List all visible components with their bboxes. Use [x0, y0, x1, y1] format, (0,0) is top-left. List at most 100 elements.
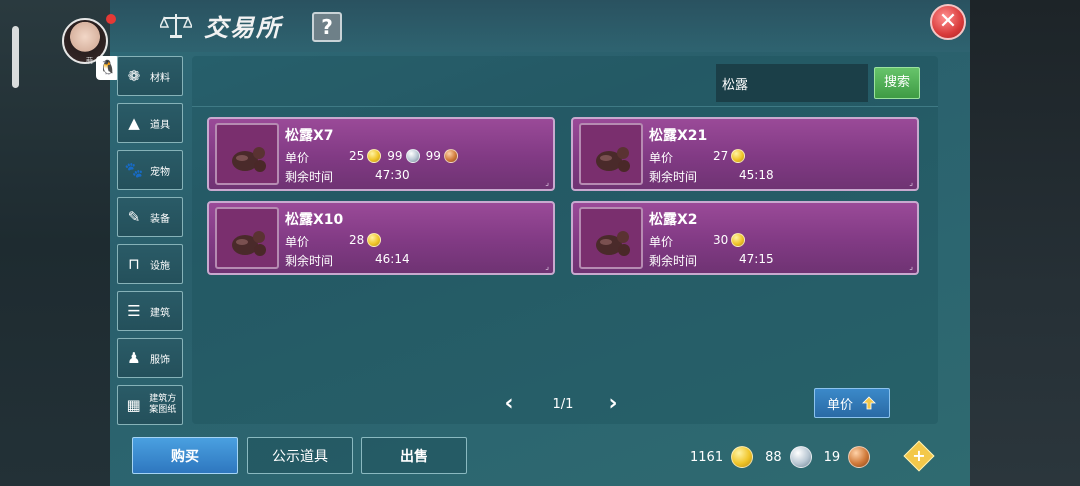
props-icon: ▲ [128, 114, 140, 132]
truffle-icon [232, 147, 266, 172]
help-button[interactable]: ? [312, 12, 342, 42]
sidebar-item-props[interactable]: ▲ 道具 [117, 103, 183, 143]
gold-balance: 1161 [690, 449, 724, 465]
remaining-time: 46:14 [375, 252, 410, 266]
listing-card[interactable]: 松露X10 单价 28 剩余时间 46:14 ⌟ [207, 201, 555, 275]
remaining-time-label: 剩余时间 [285, 254, 334, 268]
plus-icon: + [912, 446, 926, 465]
page-title: 交易所 [204, 12, 282, 42]
search-button[interactable]: 搜索 [874, 67, 920, 99]
unit-price-label: 单价 [649, 235, 674, 249]
sidebar-item-label: 设施 [150, 260, 170, 272]
materials-icon: ❁ [127, 67, 141, 85]
corner-mark-icon: ⌟ [909, 262, 913, 271]
gold-coin-icon [367, 149, 382, 163]
item-thumbnail [579, 207, 643, 269]
item-thumbnail [215, 123, 279, 185]
sort-label: 单价 [826, 397, 853, 413]
avatar-name: 萌 [86, 57, 93, 65]
corner-mark-icon: ⌟ [909, 178, 913, 187]
sidebar-item-label: 建筑 [150, 307, 170, 319]
sidebar-item-label: 装备 [150, 213, 170, 225]
listing-title: 松露X7 [285, 128, 334, 144]
sidebar-item-label: 宠物 [150, 166, 170, 178]
gold-amount: 27 [713, 149, 729, 163]
truffle-icon [232, 231, 266, 256]
unit-price: 28 [349, 233, 387, 247]
remaining-time-label: 剩余时间 [649, 254, 698, 268]
unit-price: 27 [713, 149, 751, 163]
gold-coin-icon [367, 233, 382, 247]
listing-card[interactable]: 松露X2 单价 30 剩余时间 47:15 ⌟ [571, 201, 919, 275]
listing-title: 松露X21 [649, 128, 708, 144]
add-currency-button[interactable]: + [903, 440, 935, 472]
sidebar-item-label: 建筑方案图纸 [149, 394, 177, 415]
paw-icon: 🐾 [124, 161, 144, 179]
buy-button[interactable]: 购买 [132, 437, 238, 474]
sidebar-item-label: 服饰 [150, 354, 170, 366]
copper-coin-icon [443, 149, 458, 163]
unit-price: 25 99 99 [349, 149, 464, 163]
sort-by-unit-price-button[interactable]: 单价 [814, 388, 890, 418]
facility-icon: ⊓ [128, 255, 140, 273]
sidebar-item-label: 材料 [150, 72, 170, 84]
gold-coin-icon [731, 446, 754, 468]
category-sidebar: ❁ 材料 ▲ 道具 🐾 宠物 ✎ 装备 ⊓ 设施 ☰ 建筑 ♟ 服饰 ▦ 建筑方… [117, 56, 185, 432]
sell-button[interactable]: 出售 [361, 437, 467, 474]
unit-price-label: 单价 [285, 151, 310, 165]
bottom-action-bar: 购买 公示道具 出售 1161 88 19 + [110, 428, 970, 486]
gold-amount: 25 [349, 149, 365, 163]
remaining-time: 45:18 [739, 168, 774, 182]
item-thumbnail [215, 207, 279, 269]
close-button[interactable]: ✕ [930, 4, 966, 40]
silver-coin-icon [789, 446, 812, 468]
sidebar-item-materials[interactable]: ❁ 材料 [117, 56, 183, 96]
notification-dot [106, 14, 116, 24]
search-row: 搜索 [192, 60, 938, 104]
silver-balance: 88 [765, 449, 782, 465]
remaining-time: 47:30 [375, 168, 410, 182]
sidebar-item-building[interactable]: ☰ 建筑 [117, 291, 183, 331]
unit-price-label: 单价 [285, 235, 310, 249]
right-background [968, 0, 1080, 486]
sidebar-item-label: 道具 [150, 119, 170, 131]
listing-card[interactable]: 松露X7 单价 25 99 99 剩余时间 47:30 ⌟ [207, 117, 555, 191]
building-icon: ☰ [127, 302, 141, 320]
listing-card[interactable]: 松露X21 单价 27 剩余时间 45:18 ⌟ [571, 117, 919, 191]
blueprint-icon: ▦ [126, 396, 141, 414]
sidebar-item-blueprint[interactable]: ▦ 建筑方案图纸 [117, 385, 183, 425]
listing-title: 松露X2 [649, 212, 698, 228]
chevron-left-icon[interactable]: ‹ [500, 392, 518, 418]
corner-mark-icon: ⌟ [545, 262, 549, 271]
gold-amount: 28 [349, 233, 365, 247]
sidebar-item-facility[interactable]: ⊓ 设施 [117, 244, 183, 284]
clothing-icon: ♟ [127, 349, 141, 367]
sidebar-item-clothing[interactable]: ♟ 服饰 [117, 338, 183, 378]
remaining-time-label: 剩余时间 [649, 170, 698, 184]
silver-amount: 99 [387, 149, 403, 163]
sort-arrow-icon [862, 396, 876, 410]
item-thumbnail [579, 123, 643, 185]
listing-title: 松露X10 [285, 212, 344, 228]
balance-scale-icon [160, 14, 192, 38]
sidebar-item-pets[interactable]: 🐾 宠物 [117, 150, 183, 190]
public-items-button[interactable]: 公示道具 [247, 437, 353, 474]
corner-mark-icon: ⌟ [545, 178, 549, 187]
truffle-icon [596, 147, 630, 172]
gold-coin-icon [731, 233, 746, 247]
gold-coin-icon [731, 149, 746, 163]
wallet: 1161 88 19 [690, 444, 882, 470]
chevron-right-icon[interactable]: › [604, 392, 622, 418]
sidebar-item-equipment[interactable]: ✎ 装备 [117, 197, 183, 237]
silver-coin-icon [405, 149, 420, 163]
equipment-icon: ✎ [127, 208, 141, 226]
unit-price-label: 单价 [649, 151, 674, 165]
drawer-handle[interactable] [12, 26, 19, 88]
search-input[interactable] [716, 64, 868, 102]
gold-amount: 30 [713, 233, 729, 247]
page-indicator: 1/1 [552, 397, 574, 412]
copper-balance: 19 [823, 449, 841, 465]
truffle-icon [596, 231, 630, 256]
remaining-time-label: 剩余时间 [285, 170, 334, 184]
page-title-area: 交易所 [160, 8, 282, 42]
